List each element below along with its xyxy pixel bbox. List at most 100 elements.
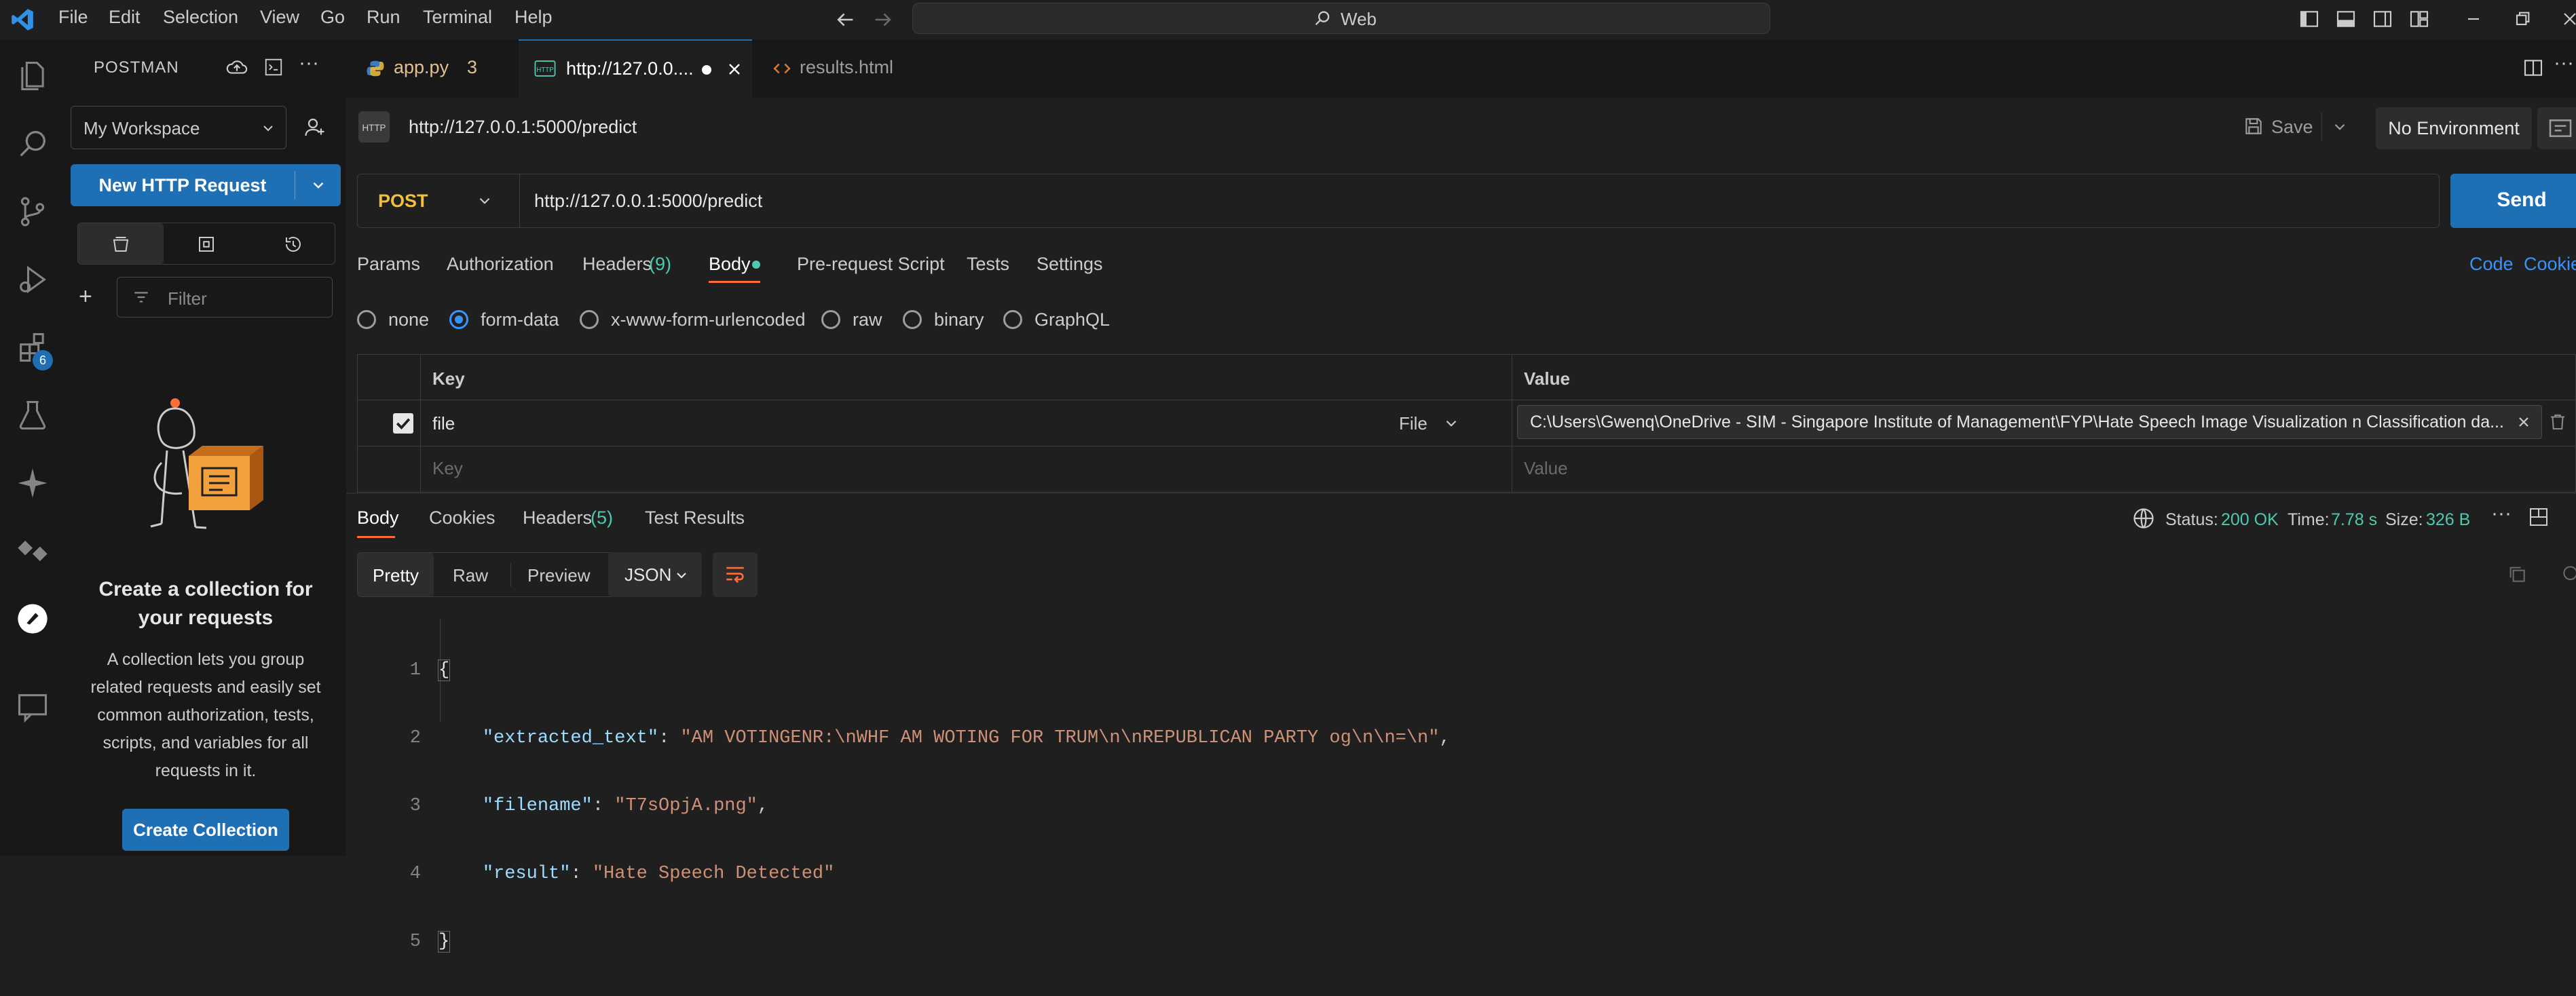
command-center[interactable]: Web <box>912 3 1770 34</box>
explorer-icon[interactable] <box>15 58 50 94</box>
forward-arrow-icon[interactable] <box>872 8 895 31</box>
menu-file[interactable]: File <box>58 7 88 28</box>
delete-row-icon[interactable] <box>2547 412 2568 432</box>
radio-none[interactable] <box>357 310 376 329</box>
workspace-select[interactable]: My Workspace <box>71 106 286 149</box>
environments-icon[interactable] <box>196 234 217 254</box>
minimize-icon[interactable] <box>2463 8 2484 30</box>
radio-urlencoded[interactable] <box>580 310 599 329</box>
menu-run[interactable]: Run <box>367 7 400 28</box>
editor-more-icon[interactable]: ··· <box>2554 52 2574 75</box>
json-string-value: "T7sOpjA.png" <box>614 796 758 816</box>
back-arrow-icon[interactable] <box>834 8 857 31</box>
add-user-icon[interactable] <box>303 115 327 140</box>
radio-graphql[interactable] <box>1003 310 1022 329</box>
tab-pre-request-script[interactable]: Pre-request Script <box>797 254 945 275</box>
tab-app-py[interactable]: app.py 3 <box>346 39 519 98</box>
extensions-badge: 6 <box>33 350 53 370</box>
collections-tab[interactable] <box>78 223 164 264</box>
testing-icon[interactable] <box>15 398 50 433</box>
menu-go[interactable]: Go <box>320 7 345 28</box>
code-link[interactable]: Code <box>2469 254 2514 275</box>
source-control-icon[interactable] <box>15 194 50 229</box>
create-collection-button[interactable]: Create Collection <box>122 809 289 851</box>
search-response-icon[interactable] <box>2560 563 2576 585</box>
response-tab-cookies[interactable]: Cookies <box>429 507 496 529</box>
send-button[interactable]: Send <box>2450 174 2576 228</box>
save-button[interactable]: Save <box>2271 117 2313 138</box>
tab-authorization[interactable]: Authorization <box>447 254 554 275</box>
line-number-gutter: 1 2 3 4 5 <box>394 616 421 996</box>
environment-quick-look-icon[interactable] <box>2537 107 2576 149</box>
response-tab-headers[interactable]: Headers <box>523 507 592 529</box>
row-enabled-checkbox[interactable] <box>393 413 413 434</box>
new-http-request-button[interactable]: New HTTP Request <box>71 164 341 206</box>
time-value: 7.78 s <box>2331 510 2378 529</box>
menu-terminal[interactable]: Terminal <box>423 7 492 28</box>
menu-edit[interactable]: Edit <box>109 7 141 28</box>
layout-toggle-icon[interactable] <box>2528 506 2550 528</box>
extensions-icon[interactable]: 6 <box>15 330 53 370</box>
run-debug-icon[interactable] <box>15 262 50 297</box>
history-icon[interactable] <box>283 234 303 254</box>
postman-icon[interactable] <box>15 601 50 636</box>
environment-select[interactable]: No Environment <box>2376 107 2532 149</box>
row-type-chevron-icon[interactable] <box>1442 415 1460 432</box>
view-mode-pretty[interactable]: Pretty <box>358 553 434 596</box>
customize-layout-icon[interactable] <box>2408 8 2430 30</box>
radio-raw[interactable] <box>821 310 840 329</box>
response-code-view[interactable]: 1 2 3 4 5 { "extracted_text": "AM VOTING… <box>346 616 2576 953</box>
radio-binary[interactable] <box>903 310 922 329</box>
save-options-chevron-icon[interactable] <box>2331 118 2349 136</box>
menu-view[interactable]: View <box>260 7 299 28</box>
toggle-panel-icon[interactable] <box>2335 8 2357 30</box>
menu-selection[interactable]: Selection <box>163 7 238 28</box>
request-title[interactable]: http://127.0.0.1:5000/predict <box>409 117 637 138</box>
radio-form-data[interactable] <box>449 310 468 329</box>
copy-icon[interactable] <box>2506 563 2528 585</box>
row-type-select[interactable]: File <box>1399 413 1427 434</box>
console-icon[interactable] <box>263 57 284 77</box>
cookies-link[interactable]: Cookies <box>2524 254 2576 275</box>
save-icon[interactable] <box>2243 115 2264 137</box>
comments-icon[interactable] <box>15 689 50 725</box>
add-collection-icon[interactable]: + <box>79 284 92 310</box>
format-select[interactable]: JSON <box>608 552 702 597</box>
tab-headers[interactable]: Headers <box>582 254 652 275</box>
split-editor-icon[interactable] <box>2522 57 2544 79</box>
view-mode-raw[interactable]: Raw <box>453 565 488 586</box>
radio-graphql-label: GraphQL <box>1034 309 1110 330</box>
tab-params[interactable]: Params <box>357 254 420 275</box>
response-divider <box>346 493 2576 494</box>
filter-input[interactable]: Filter <box>117 277 333 318</box>
copilot-sparkle-icon[interactable] <box>15 465 50 501</box>
url-input[interactable]: http://127.0.0.1:5000/predict <box>534 191 762 212</box>
close-tab-icon[interactable] <box>725 60 744 79</box>
tab-settings[interactable]: Settings <box>1037 254 1103 275</box>
response-tab-test-results[interactable]: Test Results <box>645 507 745 529</box>
cloud-sync-icon[interactable] <box>225 57 248 77</box>
key-placeholder[interactable]: Key <box>432 458 463 479</box>
response-more-icon[interactable]: ··· <box>2491 502 2512 525</box>
wrap-lines-button[interactable] <box>713 552 758 597</box>
search-view-icon[interactable] <box>15 126 50 161</box>
remove-file-icon[interactable] <box>2516 414 2532 430</box>
tab-results-html[interactable]: results.html <box>752 39 929 98</box>
close-window-icon[interactable] <box>2559 8 2576 30</box>
file-chip[interactable]: C:\Users\Gwenq\OneDrive - SIM - Singapor… <box>1517 405 2542 439</box>
restore-icon[interactable] <box>2512 8 2533 30</box>
tab-label: results.html <box>800 57 894 77</box>
remote-explorer-icon[interactable] <box>15 533 50 569</box>
row-key[interactable]: file <box>432 413 455 434</box>
menu-help[interactable]: Help <box>515 7 553 28</box>
tab-tests[interactable]: Tests <box>967 254 1009 275</box>
more-actions-icon[interactable]: ··· <box>299 52 319 75</box>
toggle-secondary-sidebar-icon[interactable] <box>2372 8 2393 30</box>
tab-postman-request[interactable]: HTTP http://127.0.0.... <box>519 39 752 98</box>
view-mode-preview[interactable]: Preview <box>527 565 590 586</box>
new-request-dropdown-icon[interactable] <box>310 176 327 194</box>
method-select[interactable]: POST <box>358 174 520 227</box>
svg-text:HTTP: HTTP <box>536 66 553 74</box>
value-placeholder[interactable]: Value <box>1524 458 1568 479</box>
toggle-sidebar-icon[interactable] <box>2298 8 2320 30</box>
